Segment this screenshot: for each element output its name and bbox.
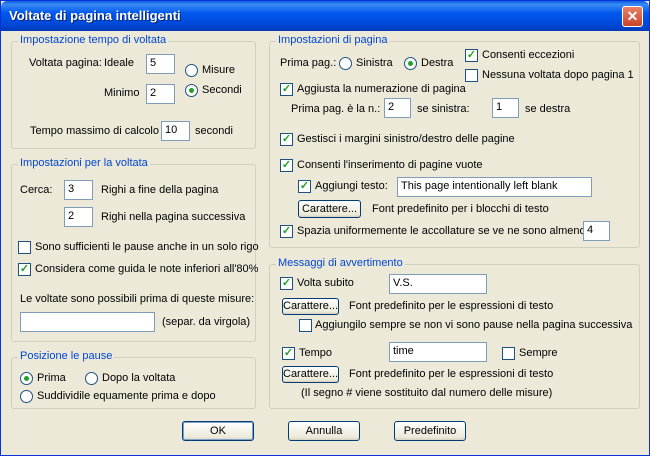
dialog-window: Voltate di pagina intelligenti ✕ Imposta… [0,0,650,456]
volta-subito-label: Volta subito [297,277,354,289]
misure-radio-label: Misure [202,64,236,76]
font-blocchi-text: Font predefinito per i blocchi di testo [372,203,549,215]
segno-note-text: (Il segno # viene sostituito dal numero … [301,387,553,399]
destra-radio[interactable] [404,57,417,70]
carattere-blocchi-label: Carattere... [301,203,358,215]
prima-pag-n-label: Prima pag. è la n.: [291,103,381,115]
window-title: Voltate di pagina intelligenti [9,8,181,23]
font-volta-text: Font predefinito per le espressioni di t… [349,300,554,312]
aggiungi-testo-checkbox[interactable]: ✓ [298,180,311,193]
aggiusta-numerazione-checkbox[interactable]: ✓ [280,83,293,96]
pause-legend: Posizione le pause [18,350,115,362]
pagina-legend: Impostazioni di pagina [276,34,390,46]
voltata-pagina-label: Voltata pagina: [29,57,102,69]
misure-radio[interactable] [185,64,198,77]
title-bar[interactable]: Voltate di pagina intelligenti ✕ [1,1,649,31]
minimo-input[interactable]: 2 [146,84,175,104]
misure-possibili-input[interactable] [20,312,155,332]
aggiungi-testo-input[interactable]: This page intentionally left blank [397,177,592,197]
carattere-tempo-label: Carattere... [283,368,339,380]
pause-suddividi-label: Suddividile equamente prima e dopo [37,390,216,402]
pagine-vuote-label: Consenti l'inserimento di pagine vuote [297,159,483,171]
ok-button[interactable]: OK [182,421,254,441]
secondi-radio[interactable] [185,84,198,97]
aggiusta-numerazione-label: Aggiusta la numerazione di pagina [297,83,466,95]
tempo-label: Tempo [299,347,333,359]
pause-dopo-radio[interactable] [85,372,98,385]
nessuna-voltata-label: Nessuna voltata dopo pagina 1 [482,69,634,81]
misure-possibili-text: Le voltate sono possibili prima di quest… [20,293,255,305]
pause-solo-rigo-label: Sono sufficienti le pause anche in un so… [35,241,259,253]
carattere-volta-button[interactable]: Carattere... [282,298,339,315]
carattere-tempo-button[interactable]: Carattere... [282,366,339,383]
gestisci-margini-checkbox[interactable]: ✓ [280,133,293,146]
sempre-checkbox[interactable] [502,347,515,360]
secondi-radio-label: Secondi [202,84,242,96]
nessuna-voltata-checkbox[interactable] [465,69,478,82]
se-sinistra-input[interactable]: 1 [492,98,519,118]
gestisci-margini-label: Gestisci i margini sinistro/destro delle… [297,133,515,145]
pause-prima-radio[interactable] [20,372,33,385]
annulla-button[interactable]: Annulla [288,421,360,441]
destra-label: Destra [421,57,454,69]
spazia-accollature-input[interactable]: 4 [583,221,610,241]
predefinito-button[interactable]: Predefinito [394,421,466,441]
sinistra-label: Sinistra [356,57,393,69]
pause-suddividi-radio[interactable] [20,390,33,403]
se-sinistra-label: se sinistra: [417,103,470,115]
close-button[interactable]: ✕ [622,6,643,27]
tempo-checkbox[interactable]: ✓ [282,347,295,360]
cerca-righi-fine-label: Righi a fine della pagina [101,184,219,196]
ideale-input[interactable]: 5 [146,54,175,74]
sinistra-radio[interactable] [339,57,352,70]
note-inferiori-checkbox[interactable]: ✓ [18,263,31,276]
tempo-legend: Impostazione tempo di voltata [18,34,169,46]
ok-label: OK [210,425,226,437]
font-tempo-text: Font predefinito per le espressioni di t… [349,368,554,380]
cerca-righi-successiva-input[interactable]: 2 [64,207,93,227]
cerca-righi-fine-input[interactable]: 3 [64,180,93,200]
messaggi-legend: Messaggi di avvertimento [276,257,405,269]
predefinito-label: Predefinito [403,425,457,437]
pagine-vuote-checkbox[interactable]: ✓ [280,159,293,172]
volta-subito-input[interactable]: V.S. [389,274,487,294]
minimo-label: Minimo [104,87,140,99]
aggiungi-testo-label: Aggiungi testo: [315,180,388,192]
aggiungilo-sempre-label: Aggiungilo sempre se non vi sono pause n… [315,319,633,331]
aggiungilo-sempre-checkbox[interactable] [299,319,312,332]
carattere-volta-label: Carattere... [283,300,339,312]
separ-virgola-text: (separ. da virgola) [162,316,251,328]
spazia-accollature-checkbox[interactable]: ✓ [280,225,293,238]
pause-dopo-label: Dopo la voltata [102,372,176,384]
cerca-righi-successiva-label: Righi nella pagina successiva [101,211,246,223]
tempo-massimo-input[interactable]: 10 [161,121,190,141]
tempo-massimo-label: Tempo massimo di calcolo [30,125,159,137]
voltata-legend: Impostazioni per la voltata [18,157,150,169]
consenti-eccezioni-checkbox[interactable]: ✓ [465,49,478,62]
carattere-blocchi-button[interactable]: Carattere... [298,200,361,218]
prima-pag-label: Prima pag.: [280,57,337,69]
prima-pag-n-input[interactable]: 2 [384,98,411,118]
tempo-input[interactable]: time [389,342,487,362]
note-inferiori-label: Considera come guida le note inferiori a… [35,263,259,275]
close-icon: ✕ [626,8,639,24]
consenti-eccezioni-label: Consenti eccezioni [482,49,575,61]
pause-prima-label: Prima [37,372,66,384]
tempo-massimo-unit: secondi [195,125,233,137]
se-destra-label: se destra [525,103,571,115]
annulla-label: Annulla [305,425,343,437]
ideale-label: Ideale [104,57,134,69]
pause-solo-rigo-checkbox[interactable] [18,241,31,254]
volta-subito-checkbox[interactable]: ✓ [280,277,293,290]
cerca-label: Cerca: [20,184,53,196]
spazia-accollature-label: Spazia uniformemente le accollature se v… [297,225,586,237]
sempre-label: Sempre [519,347,558,359]
